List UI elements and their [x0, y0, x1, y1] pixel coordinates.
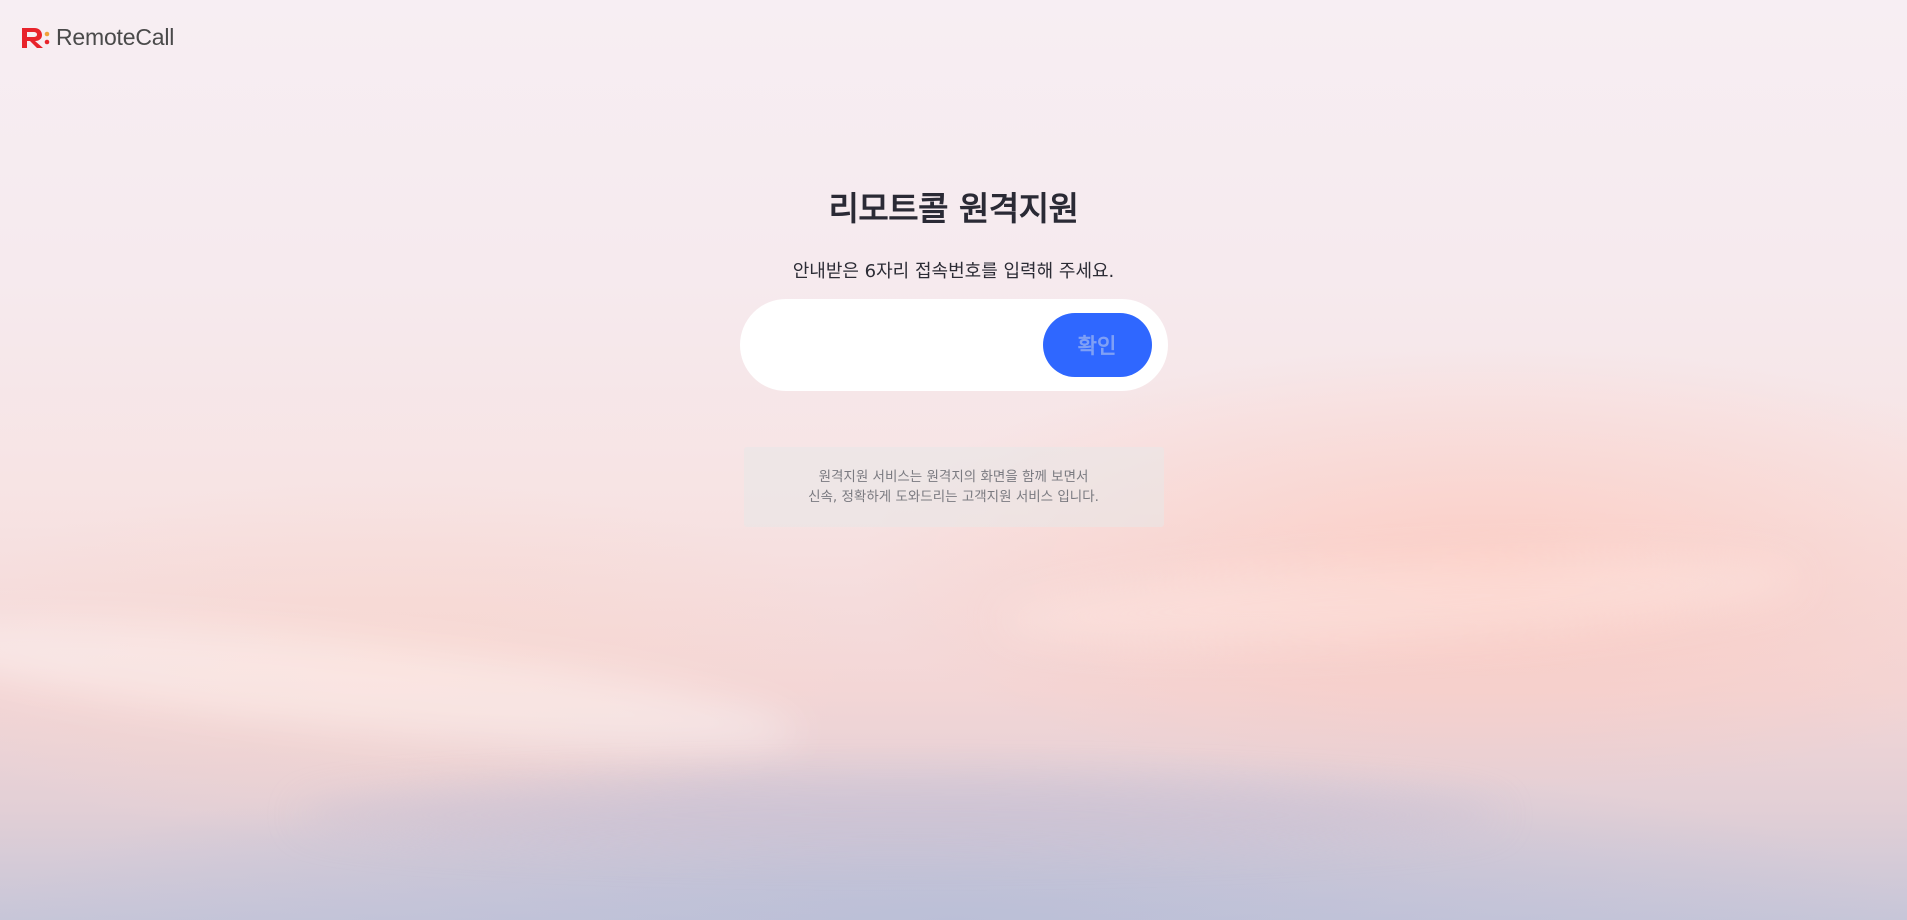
remotecall-logo-icon: [22, 28, 50, 48]
confirm-button[interactable]: 확인: [1042, 313, 1152, 377]
page-background: RemoteCall 리모트콜 원격지원 안내받은 6자리 접속번호를 입력해 …: [0, 0, 1907, 920]
cloud-band-decoration: [998, 539, 1802, 661]
main-content: 리모트콜 원격지원 안내받은 6자리 접속번호를 입력해 주세요. 확인 원격지…: [0, 184, 1907, 527]
service-info-box: 원격지원 서비스는 원격지의 화면을 함께 보면서 신속, 정확하게 도와드리는…: [743, 447, 1164, 527]
brand-logo[interactable]: RemoteCall: [20, 24, 174, 50]
access-code-input[interactable]: [767, 321, 1022, 371]
info-line: 원격지원 서비스는 원격지의 화면을 함께 보면서: [818, 469, 1089, 485]
instruction-text: 안내받은 6자리 접속번호를 입력해 주세요.: [792, 261, 1115, 282]
page-title: 리모트콜 원격지원: [828, 189, 1079, 228]
cloud-band-decoration: [300, 780, 1500, 850]
code-entry-form: 확인: [739, 299, 1168, 391]
cloud-band-decoration: [0, 593, 803, 777]
info-line: 신속, 정확하게 도와드리는 고객지원 서비스 입니다.: [808, 489, 1099, 505]
brand-name: RemoteCall: [56, 24, 175, 50]
